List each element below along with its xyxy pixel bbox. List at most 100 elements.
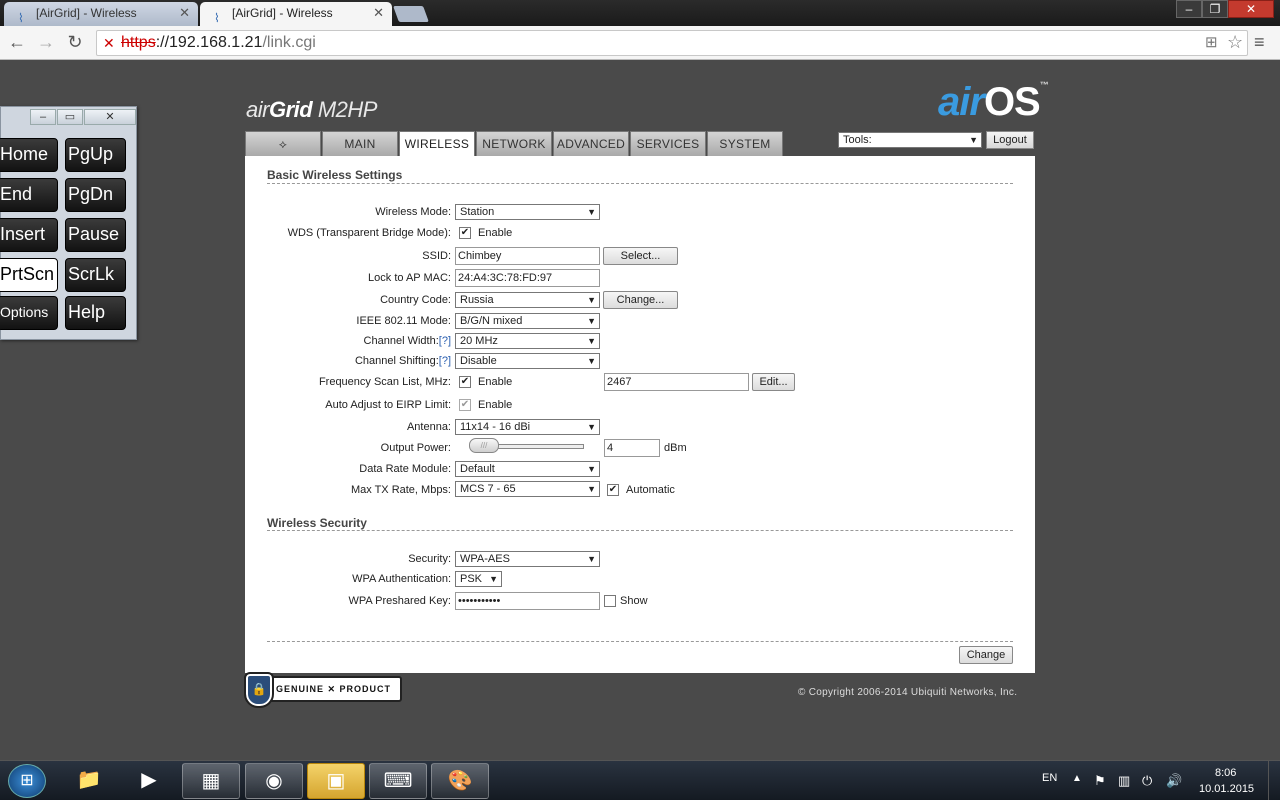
dropdown-arrow-icon: ▼ [587, 484, 596, 494]
tab-ubnt-logo[interactable]: ⟡ [245, 131, 321, 156]
wpa-key-input[interactable] [455, 592, 600, 610]
media-player-icon[interactable]: ▶ [120, 763, 178, 799]
tools-dropdown[interactable]: Tools: ▼ [838, 132, 982, 148]
maximize-window-button[interactable]: ❐ [1202, 0, 1228, 18]
address-bar[interactable]: ✕ https://192.168.1.21/link.cgi ⊞ ☆ [96, 30, 1248, 56]
airgrid-brand-logo: airGrid M2HP [246, 97, 377, 123]
minimize-window-button[interactable]: ‒ [1176, 0, 1202, 18]
wds-enable-checkbox[interactable]: ✔ [459, 227, 471, 239]
start-button[interactable]: ⊞ [8, 764, 46, 798]
chrome-icon[interactable]: ◉ [245, 763, 303, 799]
airos-air: air [938, 80, 985, 124]
wds-label: WDS (Transparent Bridge Mode): [287, 227, 451, 239]
action-center-flag-icon[interactable]: ⚑ [1094, 773, 1106, 789]
data-rate-select[interactable]: Default ▼ [455, 461, 600, 477]
on-screen-keyboard-app-icon[interactable]: ⌨ [369, 763, 427, 799]
frequency-scan-input[interactable] [604, 373, 749, 391]
tab-system[interactable]: SYSTEM [707, 131, 783, 156]
osk-key-help[interactable]: Help [65, 296, 126, 330]
auto-eirp-label: Auto Adjust to EIRP Limit: [325, 399, 451, 411]
osk-minimize-button[interactable]: ‒ [30, 109, 56, 125]
wpa-auth-select[interactable]: PSK ▼ [455, 571, 502, 587]
frequency-scan-checkbox[interactable]: ✔ [459, 376, 471, 388]
osk-key-pgup[interactable]: PgUp [65, 138, 126, 172]
max-tx-auto-checkbox[interactable]: ✔ [607, 484, 619, 496]
osk-titlebar[interactable]: ‒ ▭ ✕ [1, 107, 136, 127]
logout-button[interactable]: Logout [986, 131, 1034, 149]
country-change-button[interactable]: Change... [603, 291, 678, 309]
show-hidden-icons-icon[interactable]: ▲ [1072, 773, 1082, 784]
osk-key-pgdn[interactable]: PgDn [65, 178, 126, 212]
tab-advanced[interactable]: ADVANCED [553, 131, 629, 156]
show-key-label: Show [620, 595, 648, 607]
osk-key-pause[interactable]: Pause [65, 218, 126, 252]
country-code-value: Russia [460, 294, 494, 306]
tab-main[interactable]: MAIN [322, 131, 398, 156]
highlighted-app-icon[interactable]: ▣ [307, 763, 365, 799]
ssid-input[interactable] [455, 247, 600, 265]
security-select[interactable]: WPA-AES ▼ [455, 551, 600, 567]
network-icon[interactable]: ▥ [1118, 773, 1130, 789]
language-indicator[interactable]: EN [1042, 772, 1057, 784]
power-plug-icon[interactable]: ⏻ [1142, 773, 1152, 789]
frequency-edit-button[interactable]: Edit... [752, 373, 795, 391]
tab-wireless[interactable]: WIRELESS [399, 131, 475, 157]
antenna-select[interactable]: 11x14 - 16 dBi ▼ [455, 419, 600, 435]
channel-shifting-help-link[interactable]: [?] [439, 355, 451, 367]
close-window-button[interactable]: ✕ [1228, 0, 1274, 18]
tab-title: [AirGrid] - Wireless [36, 6, 137, 20]
channel-shifting-value: Disable [460, 355, 497, 367]
clock-date[interactable]: 10.01.2015 [1199, 783, 1254, 795]
auto-eirp-checkbox[interactable]: ✔ [459, 399, 471, 411]
change-button[interactable]: Change [959, 646, 1013, 664]
close-tab-icon[interactable]: ✕ [179, 2, 190, 24]
osk-key-options[interactable]: Options [0, 296, 58, 330]
genuine-product-badge: 🔒 GENUINE ✕ PRODUCT [244, 672, 402, 708]
forward-arrow-icon[interactable]: → [35, 32, 57, 53]
ieee-mode-select[interactable]: B/G/N mixed ▼ [455, 313, 600, 329]
wireless-mode-select[interactable]: Station ▼ [455, 204, 600, 220]
show-desktop-button[interactable] [1268, 761, 1280, 800]
control-panel-icon[interactable]: ▦ [182, 763, 240, 799]
max-tx-select[interactable]: MCS 7 - 65 ▼ [455, 481, 600, 497]
new-tab-button[interactable] [393, 6, 429, 22]
tab-services[interactable]: SERVICES [630, 131, 706, 156]
antenna-label: Antenna: [406, 421, 451, 433]
clock-time[interactable]: 8:06 [1215, 767, 1236, 779]
dropdown-arrow-icon: ▼ [969, 135, 978, 145]
bookmark-star-icon[interactable]: ☆ [1227, 30, 1243, 54]
close-tab-icon[interactable]: ✕ [373, 2, 384, 24]
channel-width-help-link[interactable]: [?] [439, 335, 451, 347]
country-code-select[interactable]: Russia ▼ [455, 292, 600, 308]
osk-key-home[interactable]: Home [0, 138, 58, 172]
frequency-scan-enable-label: Enable [478, 376, 513, 388]
paint-icon[interactable]: 🎨 [431, 763, 489, 799]
osk-key-scrlk[interactable]: ScrLk [65, 258, 126, 292]
insecure-lock-icon[interactable]: ✕ [103, 31, 115, 55]
browser-menu-icon[interactable]: ≡ [1254, 32, 1265, 53]
wireless-settings-panel: Basic Wireless Settings Wireless Mode: S… [245, 156, 1035, 673]
tab-network[interactable]: NETWORK [476, 131, 552, 156]
volume-icon[interactable]: 🔊 [1166, 773, 1182, 789]
explorer-folder-icon[interactable]: 📁 [60, 763, 118, 799]
channel-width-select[interactable]: 20 MHz ▼ [455, 333, 600, 349]
osk-key-insert[interactable]: Insert [0, 218, 58, 252]
translate-icon[interactable]: ⊞ [1205, 31, 1218, 55]
osk-close-button[interactable]: ✕ [84, 109, 136, 125]
browser-tab[interactable]: ⌇ [AirGrid] - Wireless ✕ [4, 2, 198, 26]
brand-prefix: air [246, 97, 269, 122]
channel-shifting-select[interactable]: Disable ▼ [455, 353, 600, 369]
show-key-checkbox[interactable] [604, 595, 616, 607]
browser-tab-active[interactable]: ⌇ [AirGrid] - Wireless ✕ [200, 2, 392, 26]
output-power-input[interactable] [604, 439, 660, 457]
osk-maximize-button[interactable]: ▭ [57, 109, 83, 125]
osk-key-prtscn[interactable]: PrtScn [0, 258, 58, 292]
wireless-mode-value: Station [460, 206, 495, 218]
osk-key-end[interactable]: End [0, 178, 58, 212]
reload-icon[interactable]: ↻ [64, 32, 86, 53]
output-power-slider-handle[interactable]: /// [469, 438, 499, 453]
back-arrow-icon[interactable]: ← [6, 32, 28, 53]
lock-ap-mac-input[interactable] [455, 269, 600, 287]
browser-tabstrip: ⌇ [AirGrid] - Wireless ✕ ⌇ [AirGrid] - W… [0, 0, 1280, 26]
ssid-select-button[interactable]: Select... [603, 247, 678, 265]
